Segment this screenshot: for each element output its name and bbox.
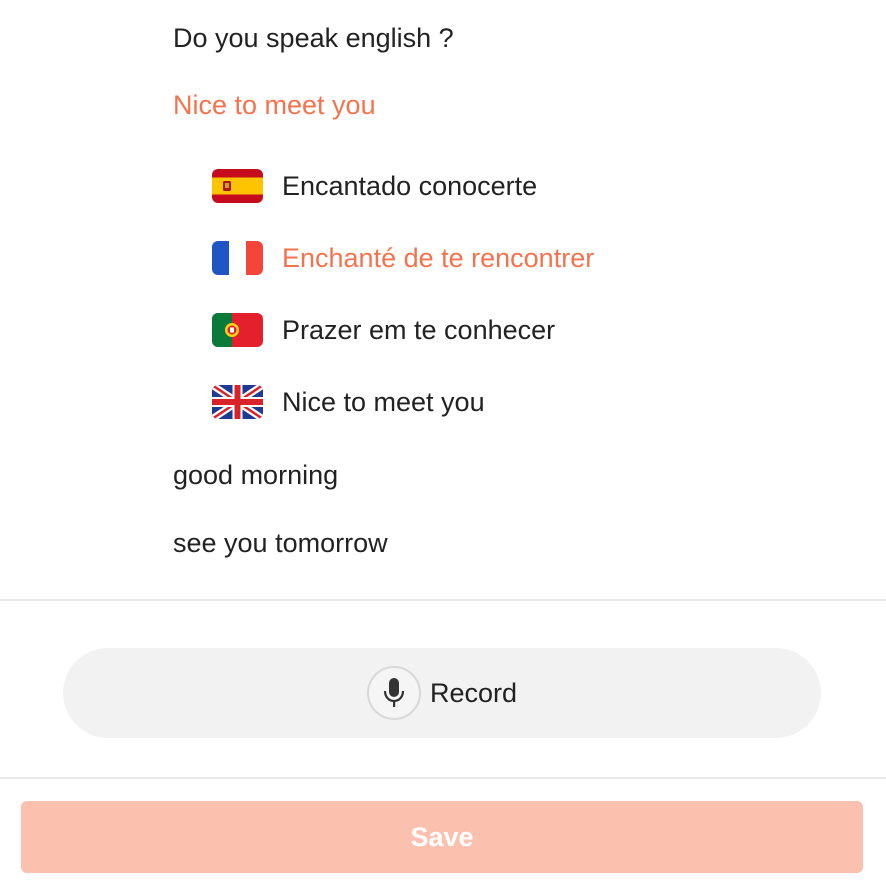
phrase-see-you-tomorrow[interactable]: see you tomorrow [173,526,388,560]
divider [0,777,886,779]
phrase-do-you-speak-english[interactable]: Do you speak english ? [173,21,454,55]
translation-text: Nice to meet you [282,387,485,417]
microphone-icon [366,666,421,720]
record-label: Record [429,677,518,708]
translation-english[interactable]: Nice to meet you [212,384,485,420]
save-button[interactable]: Save [21,801,863,873]
uk-flag-icon [212,385,263,419]
spain-flag-icon [212,169,263,203]
translation-text: Prazer em te conhecer [282,315,556,345]
phrase-good-morning[interactable]: good morning [173,458,338,492]
france-flag-icon [212,241,263,275]
phrasebook-page: Do you speak english ? Nice to meet you … [0,0,886,886]
translation-portuguese[interactable]: Prazer em te conhecer [212,312,555,348]
translation-spanish[interactable]: Encantado conocerte [212,168,537,204]
translation-french[interactable]: Enchanté de te rencontrer [212,240,594,276]
translation-text: Enchanté de te rencontrer [282,243,595,273]
divider [0,599,886,601]
record-button[interactable]: Record [63,648,821,738]
phrase-nice-to-meet-you-selected[interactable]: Nice to meet you [173,88,376,122]
translation-text: Encantado conocerte [282,171,538,201]
portugal-flag-icon [212,313,263,347]
